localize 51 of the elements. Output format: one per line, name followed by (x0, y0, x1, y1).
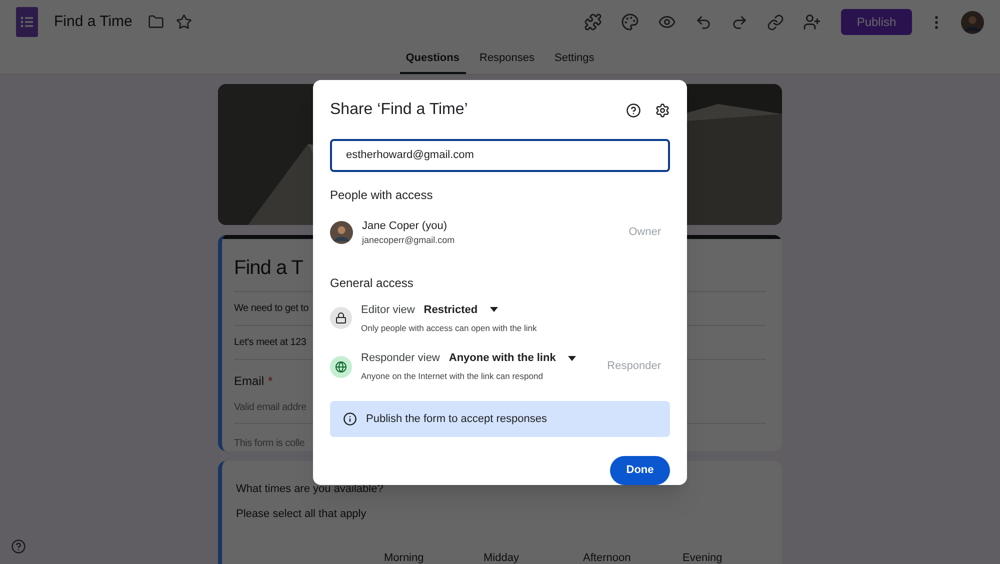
form-description: Let's meet at 123 (234, 336, 306, 350)
tab[interactable]: Responses (474, 44, 541, 74)
column-header: Afternoon (583, 551, 632, 564)
globe-icon (330, 356, 352, 378)
avatar (330, 221, 353, 244)
email-input-field[interactable]: estherhoward@gmail.com (330, 139, 670, 172)
access-dropdown[interactable]: Restricted (424, 302, 498, 318)
lock-icon (330, 307, 352, 330)
role-label: Responder (607, 359, 661, 374)
caret-icon (490, 307, 498, 312)
section-heading: General access (330, 274, 414, 292)
collection-note: This form is colle (234, 437, 305, 451)
question-subtitle: Please select all that apply (236, 506, 368, 522)
form-title: Find a T (234, 256, 303, 281)
required-mark: * (268, 373, 273, 390)
add-ons-icon[interactable] (584, 13, 602, 31)
person-email: janecoperr@gmail.com (362, 234, 456, 248)
forms-logo-icon (16, 7, 38, 37)
link-icon[interactable] (767, 14, 784, 30)
add-person-icon[interactable] (803, 13, 821, 31)
info-icon (343, 412, 357, 426)
avatar (961, 10, 984, 34)
section-heading: People with access (330, 186, 434, 204)
tab[interactable]: Settings (548, 44, 600, 74)
undo-icon[interactable] (695, 14, 712, 30)
palette-icon[interactable] (621, 13, 639, 31)
document-title: Find a Time (54, 12, 132, 32)
column-header: Evening (682, 551, 724, 564)
field-label: Email (234, 373, 264, 390)
star-icon[interactable] (176, 14, 192, 30)
tab[interactable]: Questions (400, 44, 466, 74)
person-name: Jane Coper (you) (362, 218, 448, 234)
settings-icon[interactable] (655, 102, 670, 118)
column-header: Morning (384, 551, 425, 564)
done-button[interactable]: Done (610, 456, 670, 485)
access-description: Anyone on the Internet with the link can respond (361, 370, 544, 384)
redo-icon[interactable] (731, 14, 748, 30)
access-label: Editor view (361, 302, 415, 318)
role-label: Owner (628, 225, 661, 240)
preview-icon[interactable] (658, 13, 676, 31)
dialog-title: Share ‘Find a Time’ (330, 100, 469, 120)
access-description: Only people with access can open with the link (361, 322, 538, 335)
folder-icon[interactable] (148, 14, 164, 30)
access-label: Responder view (361, 350, 440, 366)
question-title: What times are you available? (236, 482, 384, 497)
access-dropdown[interactable]: Anyone with the link (448, 350, 576, 366)
form-description: We need to get to (234, 302, 309, 316)
banner-text: Publish the form to accept responses (366, 412, 547, 427)
caret-icon (568, 356, 576, 361)
column-header: Midday (484, 551, 520, 564)
help-icon[interactable] (626, 102, 641, 118)
